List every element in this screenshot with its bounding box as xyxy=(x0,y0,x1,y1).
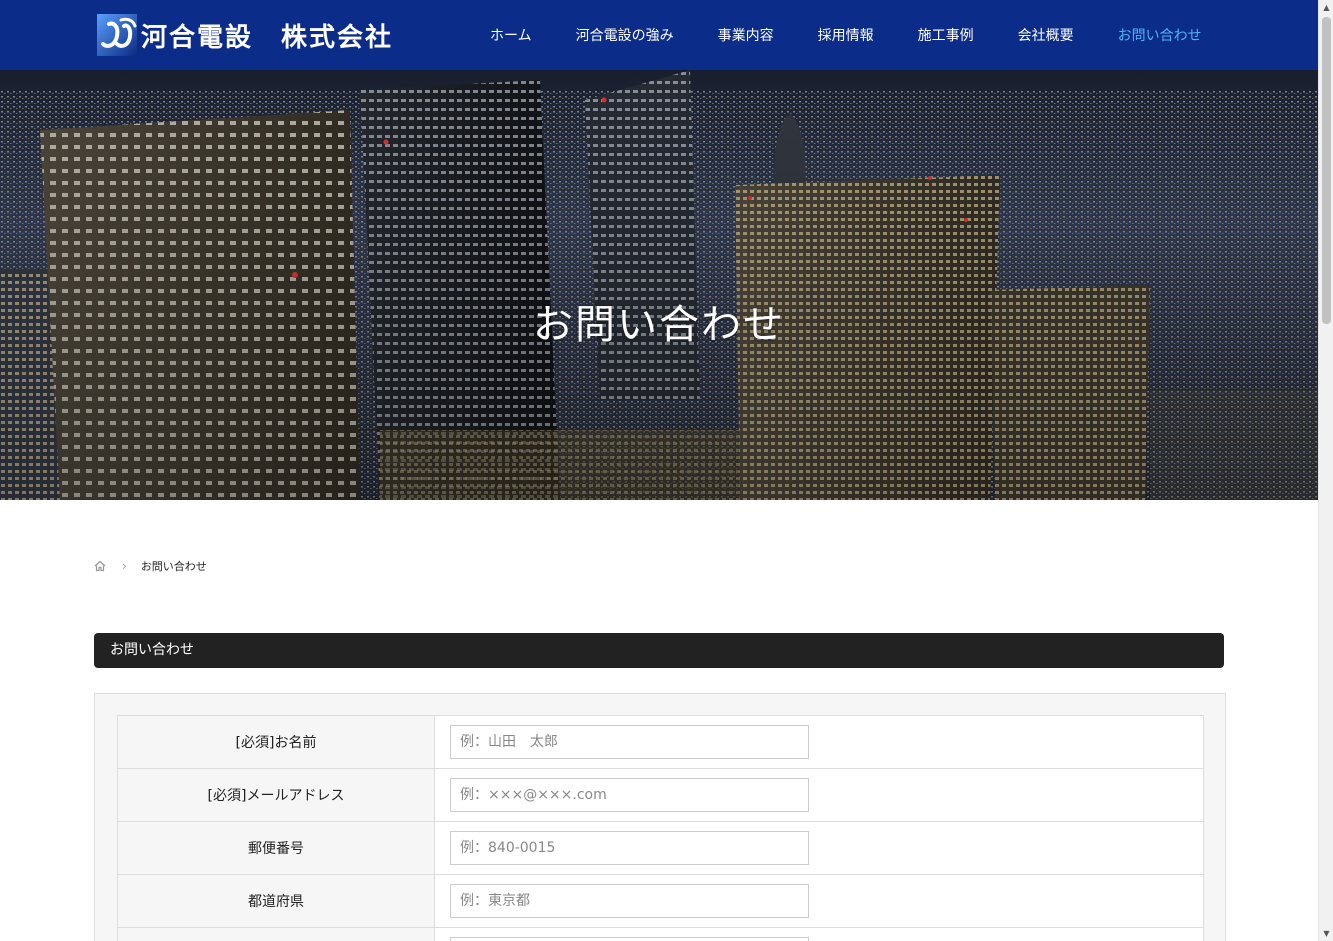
hero-title: お問い合わせ xyxy=(533,302,785,348)
page-scrollbar[interactable]: ▲ ▼ xyxy=(1318,0,1333,941)
nav-home[interactable]: ホーム xyxy=(468,25,554,45)
section-title: お問い合わせ xyxy=(94,633,1224,668)
hero-banner: お問い合わせ xyxy=(0,70,1318,500)
name-input[interactable] xyxy=(450,725,809,759)
logo-text: 河合電設 株式会社 xyxy=(141,22,394,53)
breadcrumb: › お問い合わせ xyxy=(94,557,207,575)
contact-form: [必須]お名前 [必須]メールアドレス 郵便番号 都道府県 xyxy=(94,693,1226,941)
form-row-email: [必須]メールアドレス xyxy=(117,768,1204,822)
logo-mark-icon xyxy=(97,14,137,56)
scroll-down-icon[interactable]: ▼ xyxy=(1319,926,1333,941)
field-label-email: [必須]メールアドレス xyxy=(117,768,435,822)
nav-company[interactable]: 会社概要 xyxy=(996,25,1096,45)
home-icon[interactable] xyxy=(94,560,106,572)
field-label-name: [必須]お名前 xyxy=(117,715,435,769)
field-label-zip: 郵便番号 xyxy=(117,821,435,875)
nav-contact[interactable]: お問い合わせ xyxy=(1096,25,1224,45)
nav-recruit[interactable]: 採用情報 xyxy=(796,25,896,45)
nav-strengths[interactable]: 河合電設の強み xyxy=(554,25,696,45)
field-label-next xyxy=(117,927,435,941)
form-row-zip: 郵便番号 xyxy=(117,821,1204,875)
chevron-right-icon: › xyxy=(122,559,127,573)
scroll-thumb[interactable] xyxy=(1322,17,1331,324)
main-nav: ホーム 河合電設の強み 事業内容 採用情報 施工事例 会社概要 お問い合わせ xyxy=(468,0,1224,70)
scroll-up-icon[interactable]: ▲ xyxy=(1319,0,1333,15)
next-input[interactable] xyxy=(450,937,809,941)
prefecture-input[interactable] xyxy=(450,884,809,918)
site-logo[interactable]: 河合電設 株式会社 xyxy=(97,14,393,56)
breadcrumb-current: お問い合わせ xyxy=(140,560,207,573)
zip-input[interactable] xyxy=(450,831,809,865)
form-row-name: [必須]お名前 xyxy=(117,715,1204,769)
email-input[interactable] xyxy=(450,778,809,812)
site-header: 河合電設 株式会社 ホーム 河合電設の強み 事業内容 採用情報 施工事例 会社概… xyxy=(0,0,1318,70)
form-row-next xyxy=(117,927,1204,941)
night-cityscape-image xyxy=(0,70,1318,500)
form-table: [必須]お名前 [必須]メールアドレス 郵便番号 都道府県 xyxy=(117,715,1204,941)
form-row-prefecture: 都道府県 xyxy=(117,874,1204,928)
nav-works[interactable]: 施工事例 xyxy=(896,25,996,45)
nav-business[interactable]: 事業内容 xyxy=(696,25,796,45)
field-label-prefecture: 都道府県 xyxy=(117,874,435,928)
